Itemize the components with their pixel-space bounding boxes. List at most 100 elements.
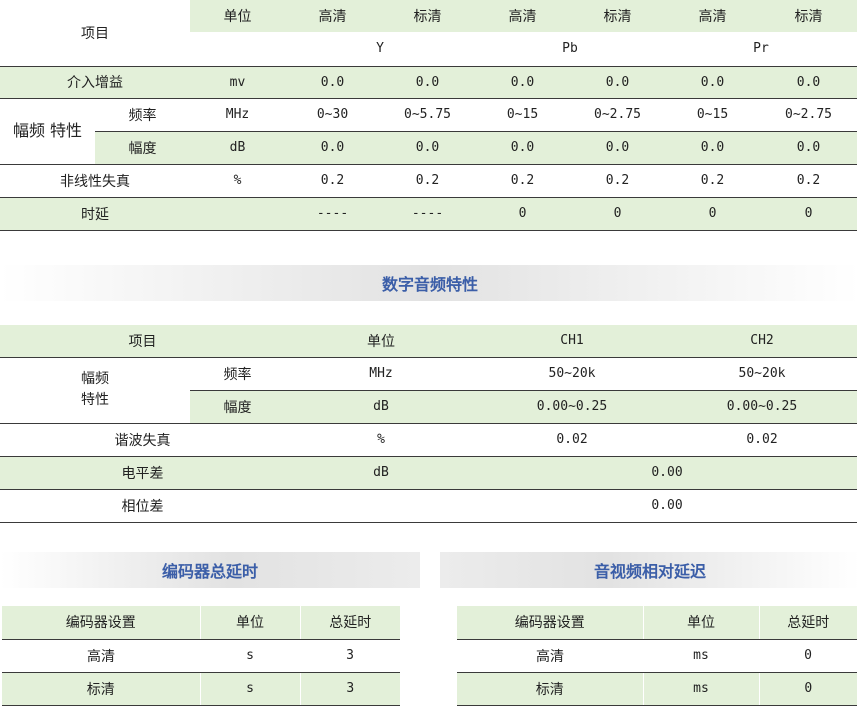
av-delay-table: 编码器设置 单位 总延时 高清 ms 0 标清 ms 0 <box>457 606 857 706</box>
value-cell: 0.0 <box>760 66 857 99</box>
encoder-header-total-delay: 总延时 <box>299 606 400 640</box>
value-cell: 0.0 <box>380 131 475 165</box>
value-cell: 0 <box>475 197 570 231</box>
value-cell: 0.2 <box>475 164 570 198</box>
value-cell: 0~2.75 <box>760 98 857 132</box>
video-quality-header: 高清 <box>665 0 760 32</box>
value-cell: 50~20k <box>477 357 667 391</box>
unit-cell: MHz <box>190 98 285 132</box>
video-component-pr: Pr <box>665 32 857 67</box>
value-cell: 0.02 <box>667 423 857 457</box>
value-cell: 0.2 <box>285 164 380 198</box>
video-quality-header: 标清 <box>760 0 857 32</box>
encoder-row-unit: s <box>200 639 300 673</box>
audio-unit-header: 单位 <box>285 325 477 358</box>
video-item-header: 项目 <box>0 0 190 67</box>
value-cell: 0 <box>570 197 665 231</box>
video-quality-header: 标清 <box>570 0 665 32</box>
value-cell: 0.2 <box>380 164 475 198</box>
value-cell: 0.0 <box>475 131 570 165</box>
value-cell: 0.0 <box>380 66 475 99</box>
spec-sheet: 项目 单位 高清 标清 高清 标清 高清 标清 Y Pb Pr 介入增益 mv … <box>0 0 860 710</box>
value-cell: 0.2 <box>760 164 857 198</box>
video-component-y: Y <box>285 32 475 67</box>
value-cell: 50~20k <box>667 357 857 391</box>
unit-cell: dB <box>285 390 477 424</box>
unit-cell: dB <box>190 131 285 165</box>
audio-group-amp-freq: 幅频 特性 <box>0 357 190 424</box>
value-cell: 0~15 <box>665 98 760 132</box>
value-cell: 0.2 <box>665 164 760 198</box>
audio-label-level-diff: 电平差 <box>0 456 285 490</box>
audio-channel-header: CH2 <box>667 325 857 358</box>
encoder-header-setting: 编码器设置 <box>2 606 200 640</box>
value-cell: 0.0 <box>665 66 760 99</box>
audio-section-title: 数字音频特性 <box>381 275 478 294</box>
unit-cell: % <box>190 164 285 198</box>
encoder-delay-title: 编码器总延时 <box>161 562 258 581</box>
value-cell: 0~5.75 <box>380 98 475 132</box>
value-cell: 0.00 <box>477 489 857 523</box>
value-cell: 0.2 <box>570 164 665 198</box>
row-label-nonlinear-distortion: 非线性失真 <box>0 164 190 198</box>
value-cell: 0 <box>665 197 760 231</box>
av-header-total-delay: 总延时 <box>758 606 857 640</box>
encoder-header-unit: 单位 <box>199 606 300 640</box>
unit-cell: dB <box>285 456 477 490</box>
audio-section-band: 数字音频特性 <box>0 265 860 301</box>
audio-label-frequency: 频率 <box>190 357 285 391</box>
value-cell: ---- <box>380 197 475 231</box>
unit-cell <box>285 489 477 523</box>
unit-cell <box>190 197 285 231</box>
av-row-setting: 标清 <box>457 672 643 706</box>
video-quality-header: 高清 <box>475 0 570 32</box>
row-label-frequency: 频率 <box>95 98 190 132</box>
video-spec-table: 项目 单位 高清 标清 高清 标清 高清 标清 Y Pb Pr 介入增益 mv … <box>0 0 857 231</box>
encoder-row-value: 3 <box>300 639 400 673</box>
row-group-amp-freq: 幅频 特性 <box>0 98 95 165</box>
encoder-delay-table: 编码器设置 单位 总延时 高清 s 3 标清 s 3 <box>2 606 400 706</box>
encoder-row-unit: s <box>199 672 300 706</box>
audio-label-phase-diff: 相位差 <box>0 489 285 523</box>
value-cell: 0~2.75 <box>570 98 665 132</box>
unit-cell: MHz <box>285 357 477 391</box>
value-cell: 0.0 <box>285 131 380 165</box>
audio-label-amplitude: 幅度 <box>190 390 285 424</box>
value-cell: 0.0 <box>570 66 665 99</box>
value-cell: 0.00~0.25 <box>667 390 857 424</box>
audio-item-header: 项目 <box>0 325 285 358</box>
video-unit-header: 单位 <box>190 0 285 32</box>
encoder-delay-band: 编码器总延时 <box>0 552 420 588</box>
encoder-row-setting: 标清 <box>2 672 200 706</box>
value-cell: 0.00 <box>477 456 857 490</box>
unit-cell: mv <box>190 66 285 99</box>
value-cell: 0.0 <box>570 131 665 165</box>
encoder-row-value: 3 <box>299 672 400 706</box>
row-label-delay: 时延 <box>0 197 190 231</box>
value-cell: 0.00~0.25 <box>477 390 667 424</box>
av-row-value: 0 <box>759 639 857 673</box>
value-cell: 0~30 <box>285 98 380 132</box>
value-cell: 0.02 <box>477 423 667 457</box>
av-delay-band: 音视频相对延迟 <box>440 552 860 588</box>
av-header-setting: 编码器设置 <box>457 606 643 640</box>
value-cell: 0.0 <box>285 66 380 99</box>
value-cell: 0.0 <box>475 66 570 99</box>
av-header-unit: 单位 <box>642 606 759 640</box>
av-delay-title: 音视频相对延迟 <box>593 562 706 581</box>
value-cell: 0.0 <box>665 131 760 165</box>
video-quality-header: 高清 <box>285 0 380 32</box>
audio-spec-table: 项目 单位 CH1 CH2 幅频 特性 频率 MHz 50~20k 50~20k… <box>0 325 857 523</box>
value-cell: 0.0 <box>760 131 857 165</box>
encoder-row-setting: 高清 <box>2 639 200 673</box>
av-row-unit: ms <box>642 672 759 706</box>
audio-label-harmonic-distortion: 谐波失真 <box>0 423 285 457</box>
unit-cell: % <box>285 423 477 457</box>
value-cell: ---- <box>285 197 380 231</box>
value-cell: 0 <box>760 197 857 231</box>
av-row-setting: 高清 <box>457 639 643 673</box>
row-label-amplitude: 幅度 <box>95 131 190 165</box>
video-component-pb: Pb <box>475 32 665 67</box>
audio-channel-header: CH1 <box>477 325 667 358</box>
video-quality-header: 标清 <box>380 0 475 32</box>
